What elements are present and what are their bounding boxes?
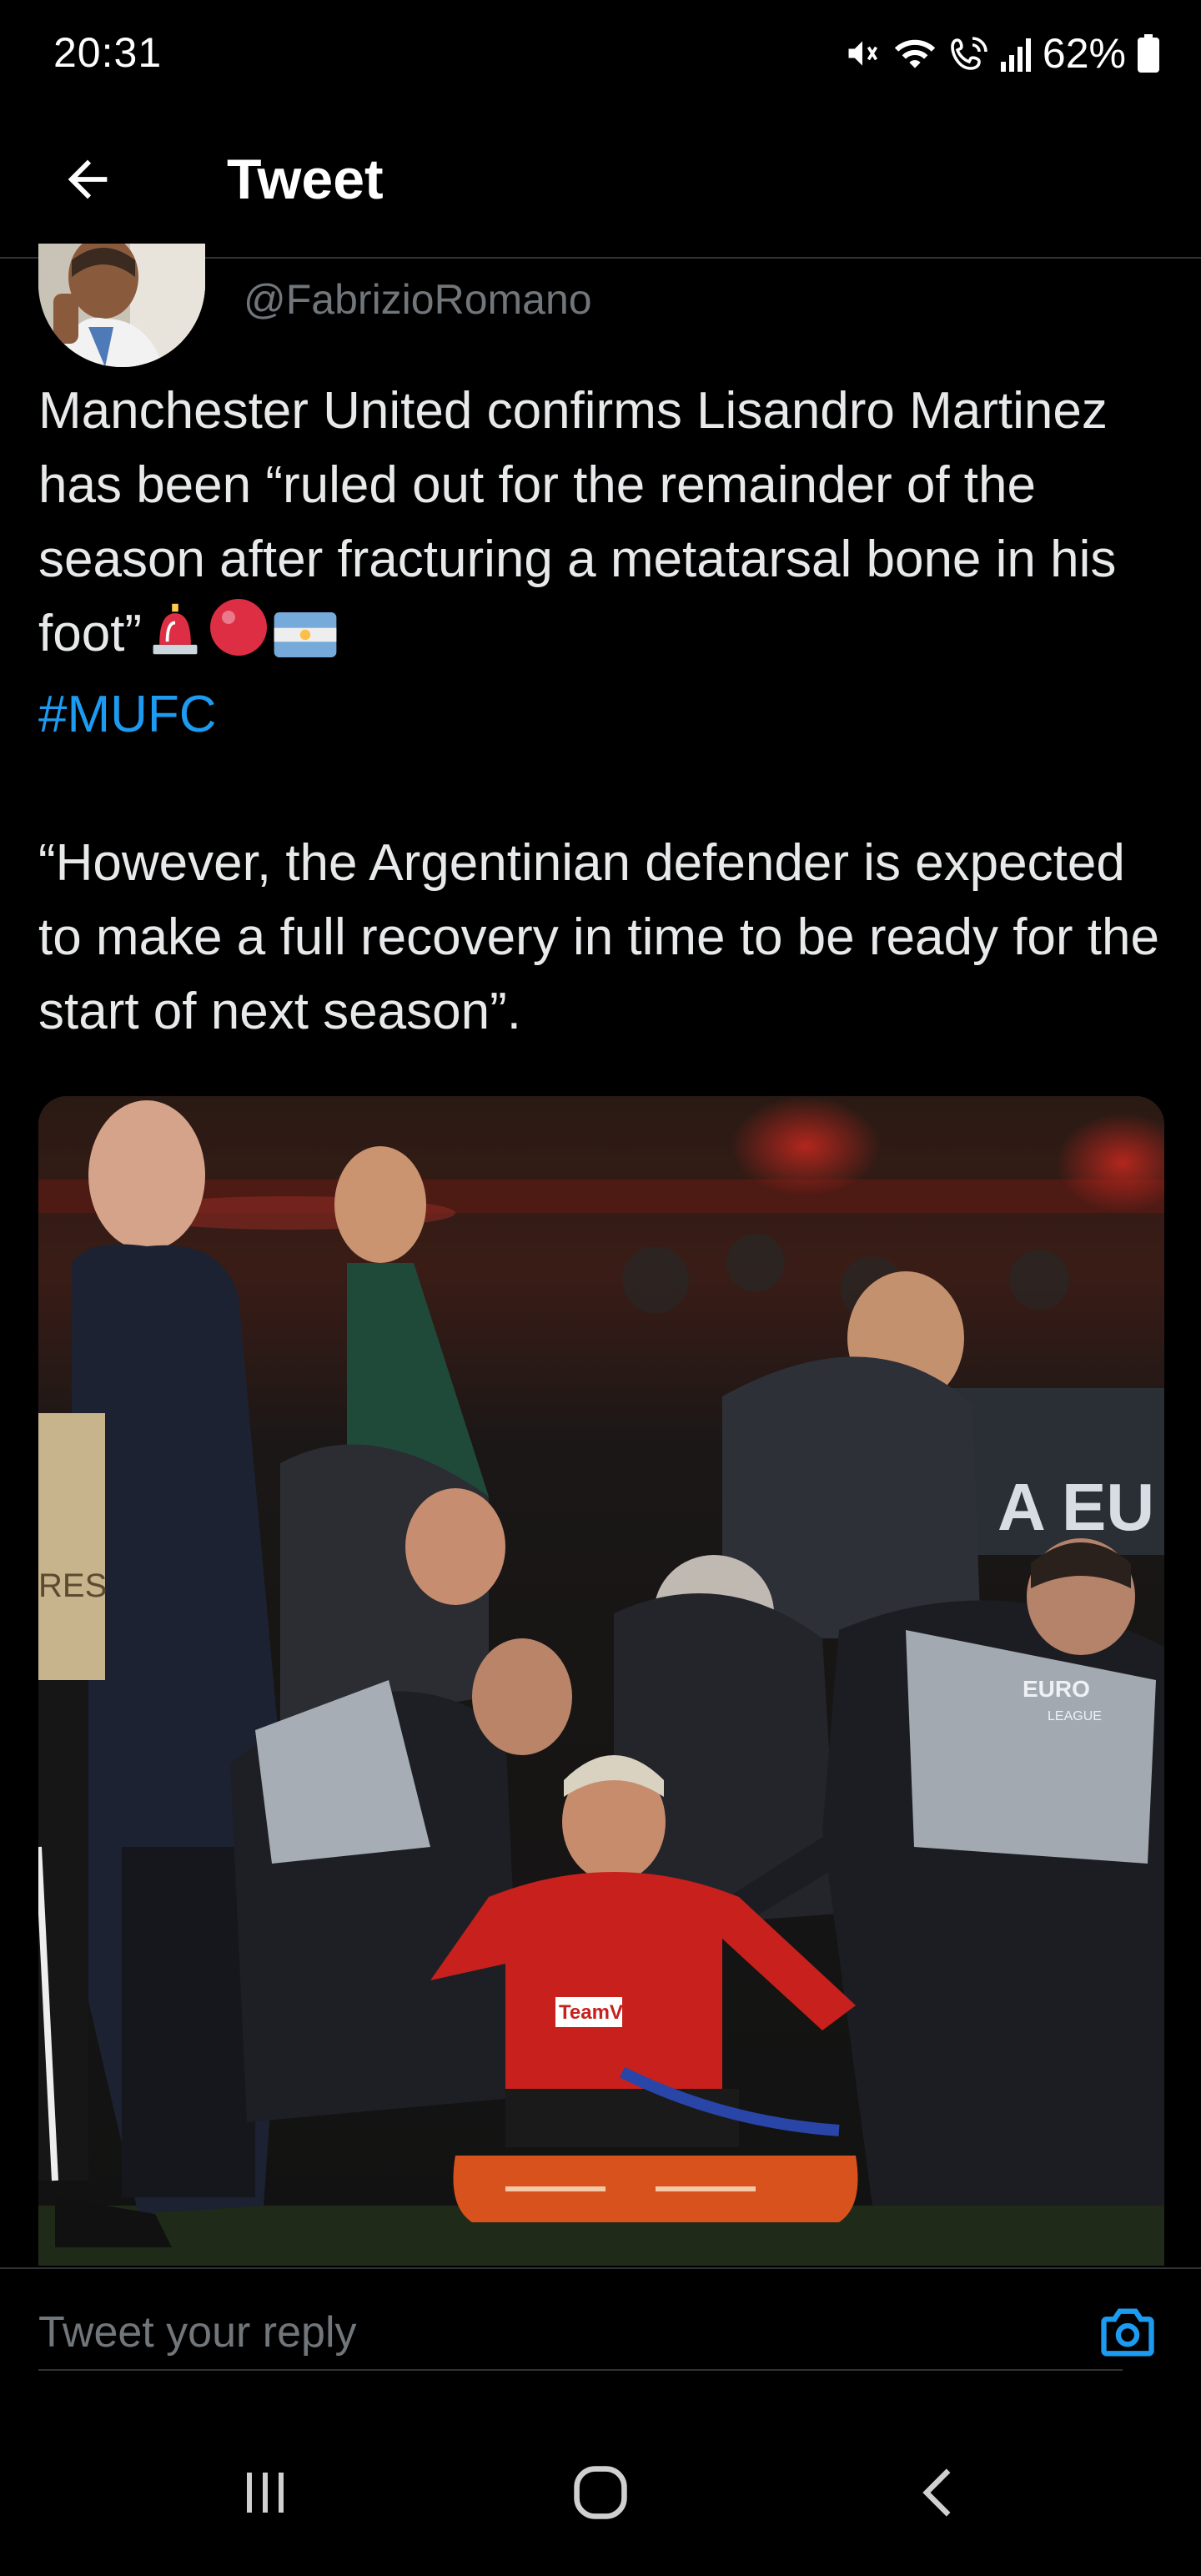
tweet-author: @FabrizioRomano (0, 244, 1201, 369)
photo-bib-text: RES (38, 1567, 107, 1604)
system-back-button[interactable] (887, 2451, 987, 2534)
tweet-text: Manchester United confirms Lisandro Mart… (38, 374, 1173, 1049)
photo-sponsor-text: TeamVie (559, 2001, 640, 2024)
red-circle-icon (209, 597, 269, 677)
arrow-left-icon (68, 159, 108, 199)
page-title: Tweet (227, 148, 384, 211)
wifi-calling-icon (949, 35, 989, 72)
app-header: Tweet (0, 108, 1201, 259)
mute-icon (844, 35, 881, 72)
home-button[interactable] (550, 2451, 651, 2534)
reply-bar: Tweet your reply (0, 2267, 1201, 2409)
back-icon (922, 2468, 951, 2517)
signal-icon (1000, 35, 1031, 72)
status-icons: 62% (844, 28, 1159, 78)
camera-icon (1101, 2308, 1154, 2357)
avatar[interactable] (38, 244, 205, 367)
recent-apps-icon (247, 2473, 284, 2513)
photo-board-text: A EU (997, 1470, 1154, 1544)
back-button[interactable] (50, 142, 125, 217)
system-nav-bar (0, 2409, 1201, 2576)
tweet-text-quote: “However, the Argentinian defender is ex… (38, 834, 1174, 1040)
home-icon (574, 2466, 627, 2519)
photo-vest-text: EURO (1023, 1676, 1090, 1702)
status-bar: 20:31 62% (0, 0, 1201, 108)
camera-button[interactable] (1093, 2297, 1163, 2367)
status-time: 20:31 (53, 29, 163, 76)
wifi-icon (892, 35, 937, 72)
author-handle[interactable]: @FabrizioRomano (244, 275, 592, 324)
reply-input[interactable]: Tweet your reply (38, 2294, 1123, 2371)
rotating-light-icon (147, 601, 204, 677)
photo-vest-subtext: LEAGUE (1048, 1709, 1102, 1723)
recent-apps-button[interactable] (215, 2451, 315, 2534)
hashtag-link[interactable]: #MUFC (38, 686, 217, 743)
battery-icon (1138, 34, 1159, 73)
tweet-photo[interactable]: A EU RES EURO LEAGUE TeamVie (38, 1096, 1164, 2266)
argentina-flag-icon (274, 603, 337, 677)
battery-label: 62% (1042, 30, 1126, 77)
